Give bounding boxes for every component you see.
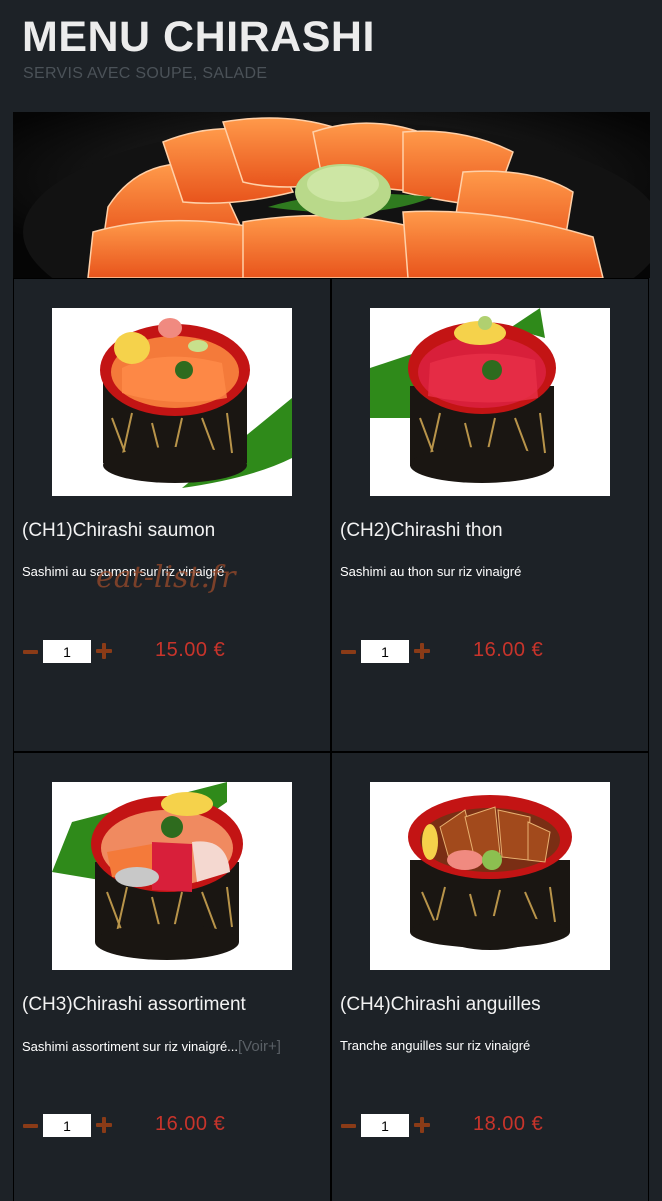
item-description: Sashimi assortiment sur riz vinaigré...[…	[22, 1038, 281, 1055]
plus-icon[interactable]	[96, 1117, 112, 1133]
item-price: 16.00 €	[155, 1113, 226, 1135]
menu-item-card: (CH3)Chirashi assortiment Sashimi assort…	[13, 752, 331, 1201]
minus-icon[interactable]	[340, 645, 356, 659]
item-photo-assorted	[52, 782, 292, 970]
quantity-input[interactable]	[43, 1114, 91, 1137]
item-description: Tranche anguilles sur riz vinaigré	[340, 1038, 530, 1053]
quantity-stepper: 15.00 €	[22, 639, 322, 665]
quantity-input[interactable]	[361, 1114, 409, 1137]
minus-icon[interactable]	[22, 645, 38, 659]
item-description: Sashimi au thon sur riz vinaigré	[340, 564, 521, 579]
item-description-text: Tranche anguilles sur riz vinaigré	[340, 1038, 531, 1053]
banner-image	[13, 112, 650, 278]
quantity-stepper: 16.00 €	[22, 1113, 322, 1139]
page-header: MENU CHIRASHI SERVIS AVEC SOUPE, SALADE	[0, 0, 662, 112]
minus-icon[interactable]	[22, 1119, 38, 1133]
item-price: 18.00 €	[473, 1113, 544, 1135]
item-photo-salmon	[52, 308, 292, 496]
see-more-link[interactable]: [Voir+]	[238, 1038, 281, 1055]
item-name: (CH2)Chirashi thon	[340, 520, 503, 541]
menu-item-card: (CH4)Chirashi anguilles Tranche anguille…	[331, 752, 649, 1201]
quantity-input[interactable]	[43, 640, 91, 663]
page-subtitle: SERVIS AVEC SOUPE, SALADE	[23, 65, 268, 82]
plus-icon[interactable]	[96, 643, 112, 659]
minus-icon[interactable]	[340, 1119, 356, 1133]
plus-icon[interactable]	[414, 1117, 430, 1133]
plus-icon[interactable]	[414, 643, 430, 659]
item-photo-tuna	[370, 308, 610, 496]
item-description: Sashimi au saumon sur riz vinaigré	[22, 564, 224, 579]
quantity-stepper: 16.00 €	[340, 639, 640, 665]
item-name: (CH4)Chirashi anguilles	[340, 994, 541, 1015]
item-description-text: Sashimi au thon sur riz vinaigré	[340, 564, 522, 579]
item-description-text: Sashimi au saumon sur riz vinaigré	[22, 564, 225, 579]
quantity-stepper: 18.00 €	[340, 1113, 640, 1139]
quantity-input[interactable]	[361, 640, 409, 663]
item-description-text: Sashimi assortiment sur riz vinaigré...	[22, 1039, 239, 1054]
menu-item-card: (CH1)Chirashi saumon Sashimi au saumon s…	[13, 278, 331, 752]
menu-item-card: (CH2)Chirashi thon Sashimi au thon sur r…	[331, 278, 649, 752]
item-price: 15.00 €	[155, 639, 226, 661]
item-price: 16.00 €	[473, 639, 544, 661]
item-name: (CH1)Chirashi saumon	[22, 520, 216, 541]
page-title: MENU CHIRASHI	[22, 13, 375, 61]
item-photo-eel	[370, 782, 610, 970]
item-name: (CH3)Chirashi assortiment	[22, 994, 246, 1015]
menu-grid: (CH1)Chirashi saumon Sashimi au saumon s…	[13, 278, 650, 1201]
